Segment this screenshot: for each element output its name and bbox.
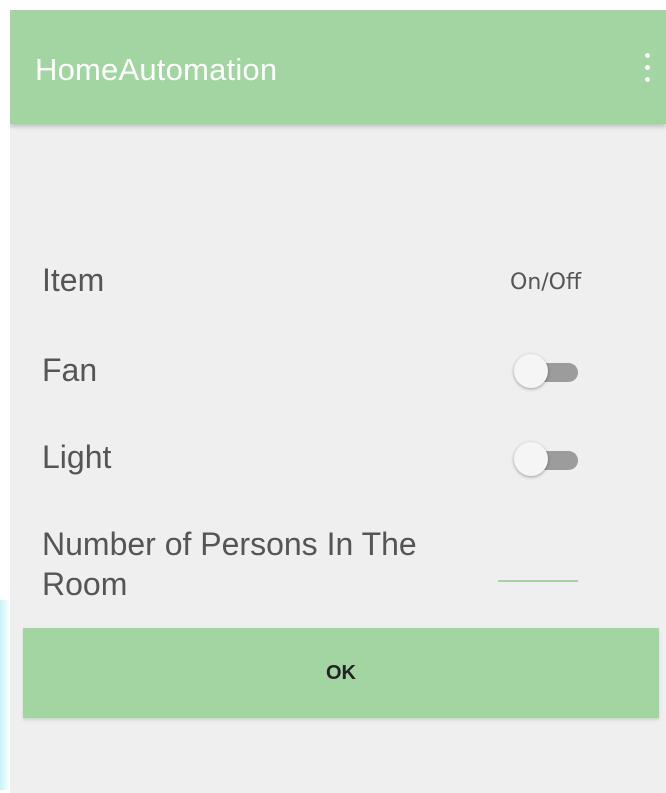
persons-count-input[interactable] (498, 550, 578, 582)
ok-button[interactable]: OK (23, 628, 659, 718)
light-switch-thumb (514, 442, 548, 476)
fan-switch-thumb (514, 354, 548, 388)
app-title: HomeAutomation (35, 52, 278, 87)
item-column-header: Item (42, 262, 105, 298)
app-bar: HomeAutomation (10, 10, 666, 124)
app-screen: HomeAutomation Item On/Off Fan Light Num… (10, 10, 666, 793)
persons-label: Number of Persons In The Room (42, 526, 417, 602)
fan-switch[interactable] (512, 354, 582, 388)
light-switch[interactable] (512, 442, 582, 476)
more-vert-icon[interactable] (640, 53, 654, 83)
on-off-column-header: On/Off (510, 270, 582, 295)
light-label: Light (42, 439, 112, 475)
fan-label: Fan (42, 352, 98, 388)
left-edge-glow (0, 600, 10, 790)
